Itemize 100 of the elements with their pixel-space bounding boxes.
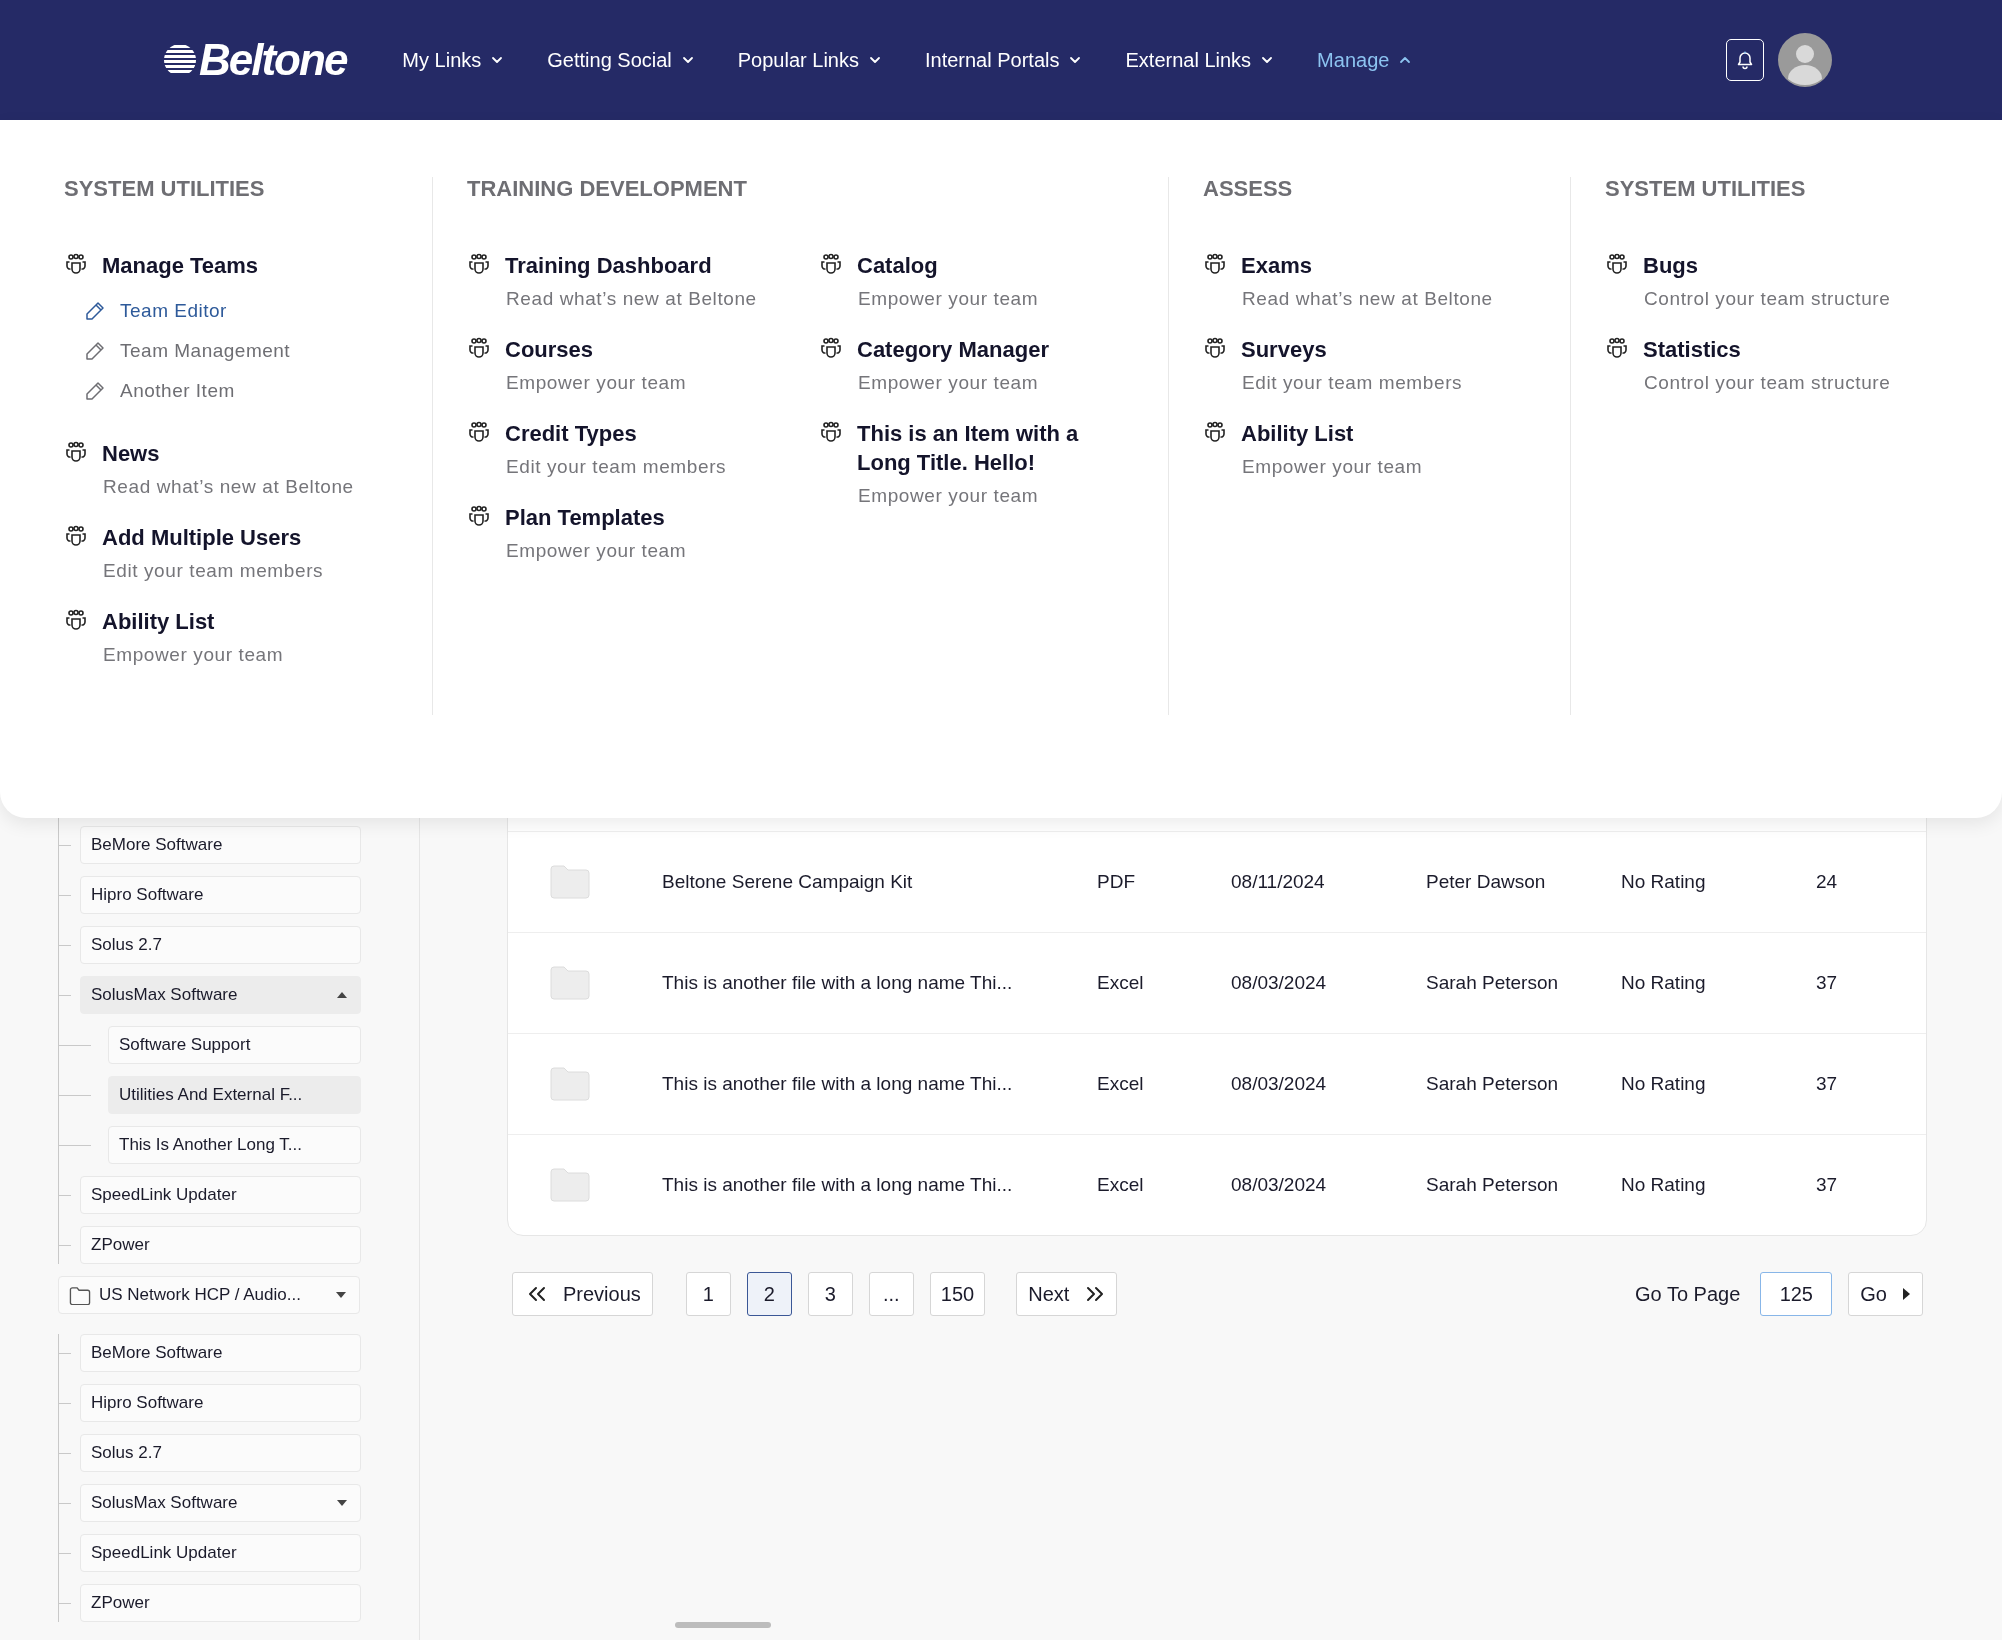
- tree-item[interactable]: SolusMax Software: [80, 1484, 361, 1522]
- chevron-down-icon: [681, 54, 694, 66]
- chevron-down-icon: [1069, 54, 1082, 66]
- people-icon: [819, 421, 843, 443]
- triangle-down-icon[interactable]: [336, 1499, 348, 1507]
- menu-link[interactable]: Manage Teams: [102, 251, 352, 280]
- double-chevron-right-icon: [1085, 1286, 1106, 1302]
- submenu-link[interactable]: Another Item: [84, 380, 354, 402]
- tree-item[interactable]: Hipro Software: [80, 876, 361, 914]
- tree-item[interactable]: SpeedLink Updater: [80, 1176, 361, 1214]
- menu-description: Empower your team: [1242, 456, 1424, 478]
- table-cell-text: Sarah Peterson: [1426, 972, 1560, 994]
- menu-link[interactable]: Plan Templates: [505, 503, 755, 532]
- menu-description: Empower your team: [858, 485, 1040, 507]
- chevron-up-icon: [1399, 54, 1412, 66]
- menu-link[interactable]: Catalog: [857, 251, 1107, 280]
- notification-button[interactable]: [1726, 39, 1764, 81]
- table-cell-text: This is another file with a long name Thi...: [662, 1174, 1014, 1196]
- menu-link[interactable]: Ability List: [102, 607, 352, 636]
- people-icon: [64, 609, 88, 631]
- page-button[interactable]: ...: [868, 1272, 914, 1316]
- page-button[interactable]: 150: [929, 1272, 986, 1316]
- brand-logo[interactable]: Beltone: [163, 35, 347, 85]
- tree-item[interactable]: Solus 2.7: [80, 1434, 361, 1472]
- tree-item[interactable]: ZPower: [80, 1226, 361, 1264]
- menu-description: Edit your team members: [506, 456, 728, 478]
- people-icon: [467, 505, 491, 527]
- nav-link[interactable]: My Links: [402, 48, 504, 72]
- menu-link[interactable]: Courses: [505, 335, 755, 364]
- section-heading: SYSTEM UTILITIES: [64, 177, 266, 201]
- double-chevron-left-icon: [527, 1286, 547, 1302]
- menu-link[interactable]: This is an Item with a Long Title. Hello!: [857, 419, 1107, 477]
- folder-icon: [550, 1067, 590, 1101]
- triangle-up-icon[interactable]: [336, 991, 348, 999]
- menu-link[interactable]: Add Multiple Users: [102, 523, 352, 552]
- table-cell-text: 08/11/2024: [1231, 871, 1326, 893]
- menu-link[interactable]: Exams: [1241, 251, 1491, 280]
- people-icon: [1203, 421, 1227, 443]
- table-cell-text: 08/03/2024: [1231, 972, 1328, 994]
- table-cell-text: 37: [1816, 1174, 1839, 1196]
- tree-item[interactable]: Utilities And External F...: [108, 1076, 361, 1114]
- menu-description: Empower your team: [858, 288, 1040, 310]
- menu-link[interactable]: Surveys: [1241, 335, 1491, 364]
- nav-link[interactable]: Popular Links: [737, 48, 881, 72]
- table-cell-text: Excel: [1097, 972, 1145, 994]
- go-button[interactable]: Go: [1848, 1272, 1923, 1316]
- menu-link[interactable]: Training Dashboard: [505, 251, 755, 280]
- tree-item[interactable]: Solus 2.7: [80, 926, 361, 964]
- menu-description: Empower your team: [103, 644, 285, 666]
- folder-icon: [550, 865, 590, 899]
- pencil-icon: [84, 340, 106, 362]
- submenu-link[interactable]: Team Management: [84, 340, 354, 362]
- nav-link[interactable]: External Links: [1125, 48, 1274, 72]
- previous-button[interactable]: Previous: [512, 1272, 653, 1316]
- folder-icon: [550, 1168, 590, 1202]
- tree-item[interactable]: SpeedLink Updater: [80, 1534, 361, 1572]
- tree-item[interactable]: Software Support: [108, 1026, 361, 1064]
- nav-link[interactable]: Internal Portals: [924, 48, 1082, 72]
- menu-link[interactable]: Statistics: [1643, 335, 1893, 364]
- page-button[interactable]: 3: [807, 1272, 853, 1316]
- menu-link[interactable]: Category Manager: [857, 335, 1107, 364]
- nav-link[interactable]: Manage: [1317, 48, 1412, 72]
- folder-item[interactable]: US Network HCP / Audio...: [58, 1276, 360, 1314]
- menu-description: Control your team structure: [1644, 288, 1892, 310]
- table-cell-text: 37: [1816, 972, 1839, 994]
- chevron-down-icon: [491, 54, 504, 66]
- pencil-icon: [84, 380, 106, 402]
- tree-item[interactable]: This Is Another Long T...: [108, 1126, 361, 1164]
- next-button[interactable]: Next: [1016, 1272, 1118, 1316]
- menu-link[interactable]: Credit Types: [505, 419, 755, 448]
- table-cell-text: Excel: [1097, 1073, 1145, 1095]
- submenu-link[interactable]: Team Editor: [84, 300, 354, 322]
- people-icon: [1605, 253, 1629, 275]
- people-icon: [819, 253, 843, 275]
- tree-item[interactable]: SolusMax Software: [80, 976, 361, 1014]
- people-icon: [64, 525, 88, 547]
- table-cell-text: No Rating: [1621, 871, 1707, 893]
- avatar-icon[interactable]: [1778, 33, 1832, 87]
- people-icon: [64, 253, 88, 275]
- triangle-down-icon[interactable]: [335, 1291, 347, 1299]
- page-input[interactable]: 125: [1760, 1272, 1833, 1316]
- people-icon: [467, 421, 491, 443]
- menu-description: Empower your team: [506, 540, 688, 562]
- section-heading: SYSTEM UTILITIES: [1605, 177, 1807, 201]
- tree-item[interactable]: BeMore Software: [80, 1334, 361, 1372]
- table-cell-text: 37: [1816, 1073, 1839, 1095]
- scrollbar-thumb[interactable]: [675, 1622, 771, 1628]
- people-icon: [1203, 337, 1227, 359]
- tree-item[interactable]: Hipro Software: [80, 1384, 361, 1422]
- table-cell-text: Sarah Peterson: [1426, 1174, 1560, 1196]
- menu-link[interactable]: Bugs: [1643, 251, 1893, 280]
- nav-link[interactable]: Getting Social: [547, 48, 694, 72]
- menu-link[interactable]: News: [102, 439, 352, 468]
- table-cell-text: No Rating: [1621, 972, 1707, 994]
- page-button[interactable]: 2: [746, 1272, 792, 1316]
- tree-item[interactable]: ZPower: [80, 1584, 361, 1622]
- table-cell-text: Beltone Serene Campaign Kit: [662, 871, 914, 893]
- page-button[interactable]: 1: [685, 1272, 731, 1316]
- tree-item[interactable]: BeMore Software: [80, 826, 361, 864]
- menu-link[interactable]: Ability List: [1241, 419, 1491, 448]
